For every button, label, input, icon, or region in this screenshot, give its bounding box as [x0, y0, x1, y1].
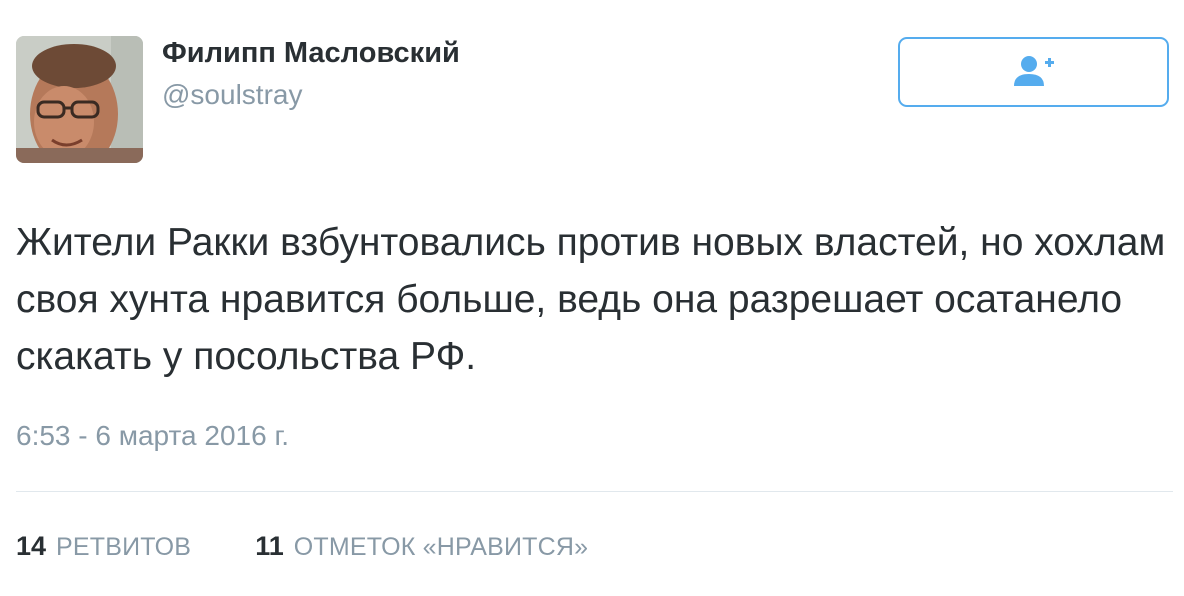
avatar-photo: [16, 36, 143, 163]
follow-button[interactable]: [898, 37, 1169, 107]
tweet-text: Жители Ракки взбунтовались против новых …: [16, 221, 1166, 378]
tweet-timestamp[interactable]: 6:53 - 6 марта 2016 г.: [16, 420, 289, 452]
retweets-stat[interactable]: 14 РЕТВИТОВ: [16, 531, 191, 562]
likes-label: ОТМЕТОК «НРАВИТСЯ»: [293, 533, 589, 561]
follow-user-plus-icon: [1013, 56, 1054, 86]
avatar[interactable]: [16, 36, 143, 163]
display-name[interactable]: Филипп Масловский: [162, 37, 460, 70]
tweet-stats: 14 РЕТВИТОВ 11 ОТМЕТОК «НРАВИТСЯ»: [16, 531, 588, 562]
retweets-count: 14: [16, 531, 47, 561]
likes-count: 11: [255, 531, 284, 561]
user-handle[interactable]: @soulstray: [162, 79, 302, 111]
divider: [16, 491, 1173, 492]
likes-stat[interactable]: 11 ОТМЕТОК «НРАВИТСЯ»: [255, 531, 588, 562]
retweets-label: РЕТВИТОВ: [56, 533, 192, 561]
